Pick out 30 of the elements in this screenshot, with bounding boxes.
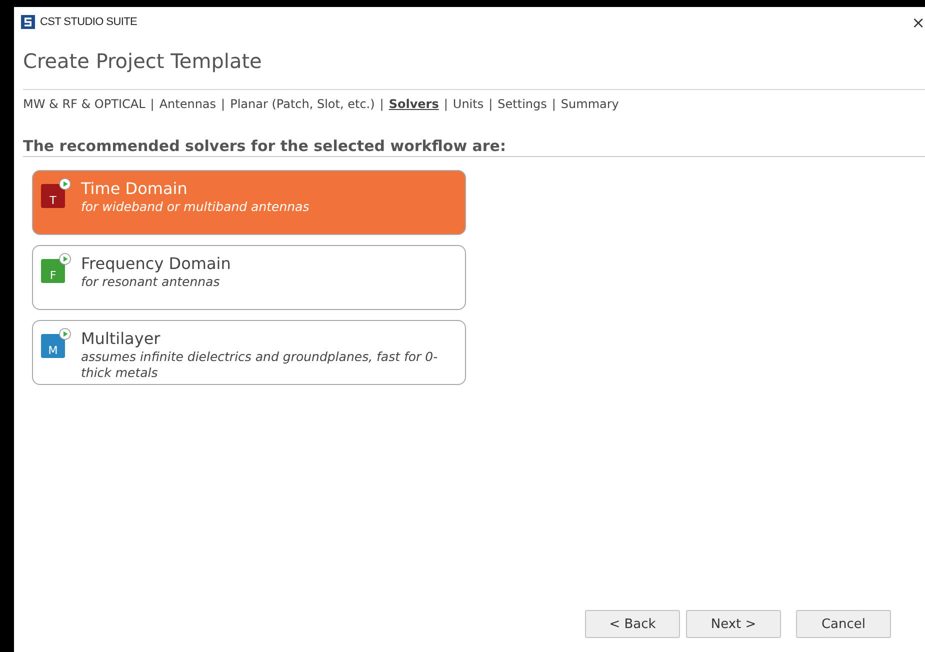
dialog-button[interactable]: < Back: [585, 610, 680, 638]
dialog-button[interactable]: Next >: [686, 610, 781, 638]
close-button[interactable]: ×: [912, 13, 925, 32]
solver-option[interactable]: M Multilayer assumes infinite dielectrics and groundplanes, fast for 0-thick metals: [32, 320, 466, 385]
dialog-button[interactable]: Cancel: [796, 610, 891, 638]
breadcrumb-separator: |: [380, 97, 384, 111]
solver-description: assumes infinite dielectrics and groundplanes, fast for 0-thick metals: [81, 349, 439, 381]
breadcrumb-step[interactable]: Antennas: [159, 97, 216, 111]
solver-option[interactable]: F Frequency Domain for resonant antennas: [32, 245, 466, 310]
solver-title: Frequency Domain: [81, 254, 231, 273]
solver-option[interactable]: T Time Domain for wideband or multiband antennas: [32, 170, 466, 235]
breadcrumb-step[interactable]: Settings: [498, 97, 547, 111]
breadcrumb-separator: |: [221, 97, 226, 111]
app-logo-icon: [21, 15, 35, 29]
solver-description: for wideband or multiband antennas: [81, 199, 310, 215]
breadcrumb-separator: |: [150, 97, 154, 111]
breadcrumb-separator: |: [444, 97, 448, 111]
solver-title: Time Domain: [81, 179, 188, 198]
solver-title: Multilayer: [81, 329, 162, 348]
solver-description: for resonant antennas: [81, 274, 221, 290]
breadcrumb-separator: |: [488, 97, 493, 111]
breadcrumb-step[interactable]: Summary: [560, 97, 619, 111]
breadcrumb-separator: |: [552, 97, 556, 111]
breadcrumb-step[interactable]: Planar (Patch, Slot, etc.): [230, 97, 375, 111]
breadcrumb-step[interactable]: MW & RF & OPTICAL: [23, 97, 146, 111]
breadcrumb-step[interactable]: Solvers: [388, 97, 439, 111]
page-heading: Create Project Template: [23, 49, 263, 73]
window-title: CST STUDIO SUITE: [40, 16, 138, 28]
breadcrumb-step[interactable]: Units: [452, 97, 484, 111]
section-title: The recommended solvers for the selected workflow are:: [23, 137, 925, 157]
